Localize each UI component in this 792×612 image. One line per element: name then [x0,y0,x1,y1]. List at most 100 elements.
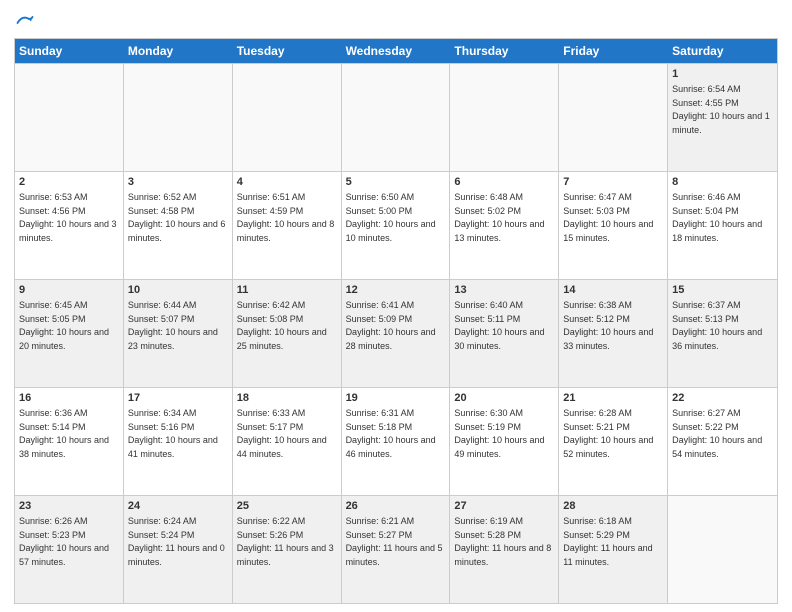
calendar-cell: 21 Sunrise: 6:28 AM Sunset: 5:21 PM Dayli… [559,388,668,495]
day-info: Sunrise: 6:54 AM Sunset: 4:55 PM Dayligh… [672,84,772,135]
day-info: Sunrise: 6:48 AM Sunset: 5:02 PM Dayligh… [454,192,547,243]
day-number: 3 [128,175,228,190]
calendar-cell: 24 Sunrise: 6:24 AM Sunset: 5:24 PM Dayli… [124,496,233,603]
header-day-monday: Monday [124,39,233,63]
day-info: Sunrise: 6:53 AM Sunset: 4:56 PM Dayligh… [19,192,119,243]
calendar-cell: 26 Sunrise: 6:21 AM Sunset: 5:27 PM Dayli… [342,496,451,603]
day-number: 16 [19,391,119,406]
day-info: Sunrise: 6:38 AM Sunset: 5:12 PM Dayligh… [563,300,656,351]
calendar-body: 1 Sunrise: 6:54 AM Sunset: 4:55 PM Daylig… [15,63,777,603]
calendar-cell: 22 Sunrise: 6:27 AM Sunset: 5:22 PM Dayli… [668,388,777,495]
day-info: Sunrise: 6:27 AM Sunset: 5:22 PM Dayligh… [672,408,765,459]
header-day-friday: Friday [559,39,668,63]
day-info: Sunrise: 6:33 AM Sunset: 5:17 PM Dayligh… [237,408,330,459]
day-number: 9 [19,283,119,298]
calendar-cell: 18 Sunrise: 6:33 AM Sunset: 5:17 PM Dayli… [233,388,342,495]
day-number: 5 [346,175,446,190]
page: SundayMondayTuesdayWednesdayThursdayFrid… [0,0,792,612]
day-info: Sunrise: 6:50 AM Sunset: 5:00 PM Dayligh… [346,192,439,243]
day-info: Sunrise: 6:21 AM Sunset: 5:27 PM Dayligh… [346,516,445,567]
day-info: Sunrise: 6:22 AM Sunset: 5:26 PM Dayligh… [237,516,336,567]
calendar-cell: 9 Sunrise: 6:45 AM Sunset: 5:05 PM Daylig… [15,280,124,387]
calendar-cell: 7 Sunrise: 6:47 AM Sunset: 5:03 PM Daylig… [559,172,668,279]
day-info: Sunrise: 6:36 AM Sunset: 5:14 PM Dayligh… [19,408,112,459]
day-number: 17 [128,391,228,406]
day-number: 27 [454,499,554,514]
calendar-cell: 11 Sunrise: 6:42 AM Sunset: 5:08 PM Dayli… [233,280,342,387]
day-number: 15 [672,283,773,298]
calendar-cell: 15 Sunrise: 6:37 AM Sunset: 5:13 PM Dayli… [668,280,777,387]
day-number: 4 [237,175,337,190]
day-info: Sunrise: 6:52 AM Sunset: 4:58 PM Dayligh… [128,192,228,243]
day-number: 8 [672,175,773,190]
day-info: Sunrise: 6:34 AM Sunset: 5:16 PM Dayligh… [128,408,221,459]
header-day-thursday: Thursday [450,39,559,63]
calendar-cell: 10 Sunrise: 6:44 AM Sunset: 5:07 PM Dayli… [124,280,233,387]
day-number: 22 [672,391,773,406]
calendar-cell: 5 Sunrise: 6:50 AM Sunset: 5:00 PM Daylig… [342,172,451,279]
day-number: 26 [346,499,446,514]
calendar-cell: 8 Sunrise: 6:46 AM Sunset: 5:04 PM Daylig… [668,172,777,279]
calendar-cell: 25Sunrise: 6:22 AM Sunset: 5:26 PM Dayli… [233,496,342,603]
calendar-row-4: 23 Sunrise: 6:26 AM Sunset: 5:23 PM Dayli… [15,495,777,603]
calendar-row-2: 9 Sunrise: 6:45 AM Sunset: 5:05 PM Daylig… [15,279,777,387]
day-number: 18 [237,391,337,406]
logo-icon [16,14,34,32]
day-info: Sunrise: 6:24 AM Sunset: 5:24 PM Dayligh… [128,516,227,567]
day-info: Sunrise: 6:31 AM Sunset: 5:18 PM Dayligh… [346,408,439,459]
day-number: 6 [454,175,554,190]
calendar-row-0: 1 Sunrise: 6:54 AM Sunset: 4:55 PM Daylig… [15,63,777,171]
calendar-cell: 28 Sunrise: 6:18 AM Sunset: 5:29 PM Dayli… [559,496,668,603]
day-info: Sunrise: 6:41 AM Sunset: 5:09 PM Dayligh… [346,300,439,351]
day-number: 2 [19,175,119,190]
header-day-tuesday: Tuesday [233,39,342,63]
calendar-cell: 19 Sunrise: 6:31 AM Sunset: 5:18 PM Dayli… [342,388,451,495]
day-number: 11 [237,283,337,298]
day-info: Sunrise: 6:42 AM Sunset: 5:08 PM Dayligh… [237,300,330,351]
day-number: 28 [563,499,663,514]
calendar-cell: 2 Sunrise: 6:53 AM Sunset: 4:56 PM Daylig… [15,172,124,279]
day-number: 1 [672,67,773,82]
day-number: 7 [563,175,663,190]
day-info: Sunrise: 6:18 AM Sunset: 5:29 PM Dayligh… [563,516,655,567]
header [14,10,778,32]
day-info: Sunrise: 6:26 AM Sunset: 5:23 PM Dayligh… [19,516,112,567]
calendar-cell [559,64,668,171]
day-info: Sunrise: 6:40 AM Sunset: 5:11 PM Dayligh… [454,300,547,351]
day-info: Sunrise: 6:30 AM Sunset: 5:19 PM Dayligh… [454,408,547,459]
logo [14,14,34,32]
day-info: Sunrise: 6:28 AM Sunset: 5:21 PM Dayligh… [563,408,656,459]
day-number: 21 [563,391,663,406]
day-number: 20 [454,391,554,406]
day-info: Sunrise: 6:47 AM Sunset: 5:03 PM Dayligh… [563,192,656,243]
calendar-cell [124,64,233,171]
day-info: Sunrise: 6:19 AM Sunset: 5:28 PM Dayligh… [454,516,553,567]
day-info: Sunrise: 6:44 AM Sunset: 5:07 PM Dayligh… [128,300,221,351]
calendar-header: SundayMondayTuesdayWednesdayThursdayFrid… [15,39,777,63]
calendar-cell [450,64,559,171]
calendar-cell: 6 Sunrise: 6:48 AM Sunset: 5:02 PM Daylig… [450,172,559,279]
calendar-cell [15,64,124,171]
day-number: 23 [19,499,119,514]
day-info: Sunrise: 6:45 AM Sunset: 5:05 PM Dayligh… [19,300,112,351]
calendar-cell: 23 Sunrise: 6:26 AM Sunset: 5:23 PM Dayli… [15,496,124,603]
day-info: Sunrise: 6:37 AM Sunset: 5:13 PM Dayligh… [672,300,765,351]
calendar-row-1: 2 Sunrise: 6:53 AM Sunset: 4:56 PM Daylig… [15,171,777,279]
calendar-cell [233,64,342,171]
calendar: SundayMondayTuesdayWednesdayThursdayFrid… [14,38,778,604]
day-number: 10 [128,283,228,298]
calendar-row-3: 16 Sunrise: 6:36 AM Sunset: 5:14 PM Dayli… [15,387,777,495]
calendar-cell: 27 Sunrise: 6:19 AM Sunset: 5:28 PM Dayli… [450,496,559,603]
day-number: 19 [346,391,446,406]
calendar-cell: 3 Sunrise: 6:52 AM Sunset: 4:58 PM Daylig… [124,172,233,279]
calendar-cell: 17 Sunrise: 6:34 AM Sunset: 5:16 PM Dayli… [124,388,233,495]
header-day-wednesday: Wednesday [342,39,451,63]
day-number: 24 [128,499,228,514]
calendar-cell: 13Sunrise: 6:40 AM Sunset: 5:11 PM Dayli… [450,280,559,387]
calendar-cell [668,496,777,603]
calendar-cell: 16 Sunrise: 6:36 AM Sunset: 5:14 PM Dayli… [15,388,124,495]
day-number: 14 [563,283,663,298]
calendar-cell: 12Sunrise: 6:41 AM Sunset: 5:09 PM Dayli… [342,280,451,387]
day-info: Sunrise: 6:46 AM Sunset: 5:04 PM Dayligh… [672,192,765,243]
header-day-sunday: Sunday [15,39,124,63]
